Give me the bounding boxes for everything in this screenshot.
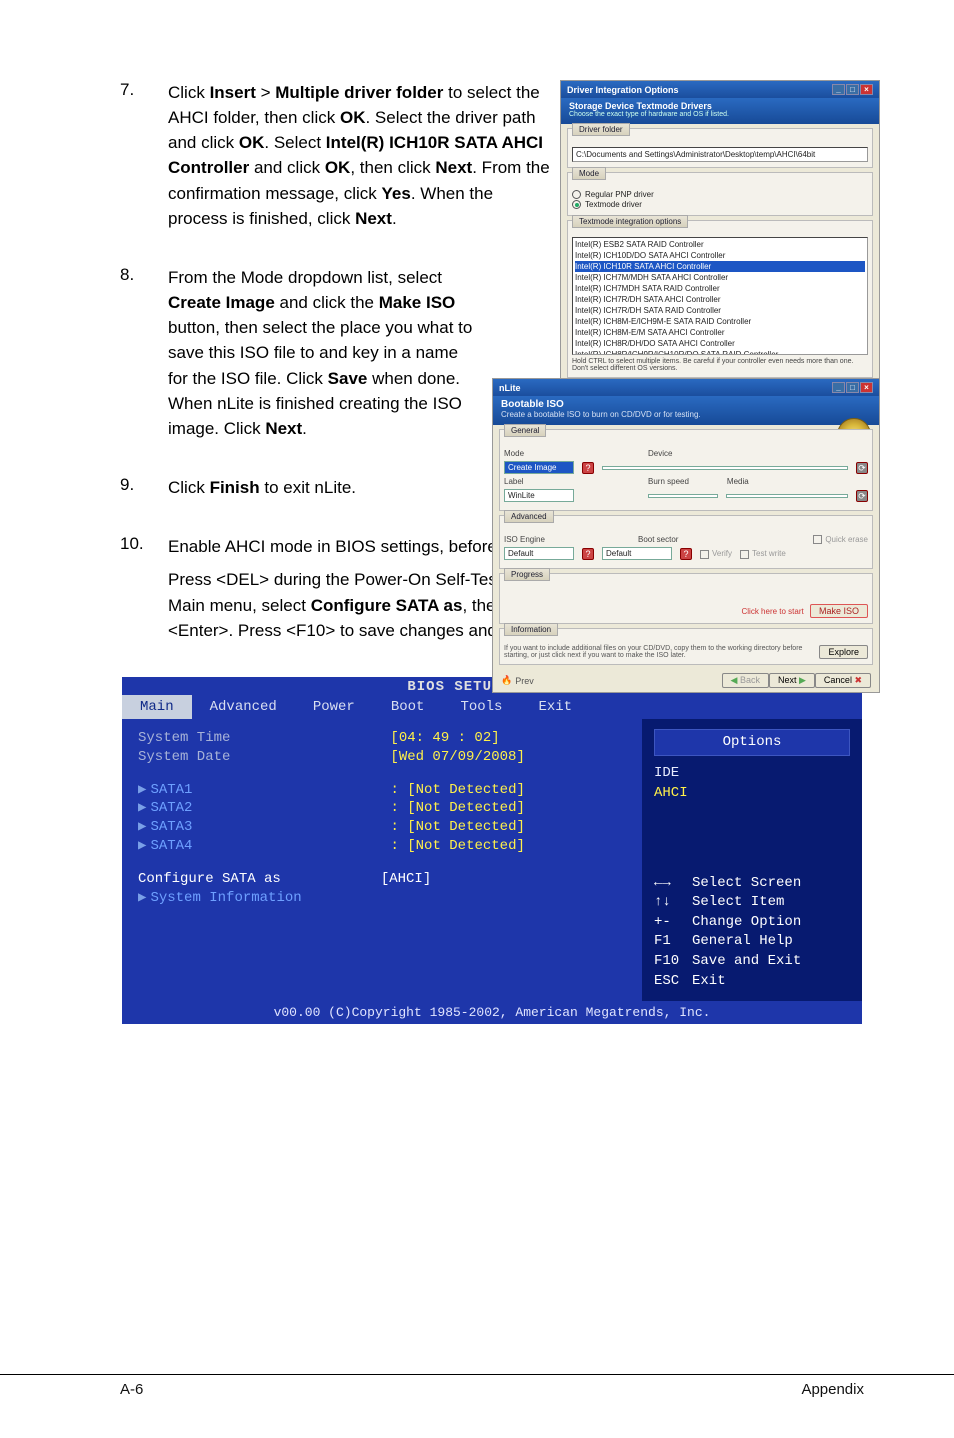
minimize-icon[interactable]: _: [832, 84, 845, 95]
step-9-text: Click Finish to exit nLite.: [168, 475, 356, 500]
controller-listbox[interactable]: Intel(R) ESB2 SATA RAID Controller Intel…: [572, 237, 868, 355]
close-icon[interactable]: ×: [860, 84, 873, 95]
bios-menu: Main Advanced Power Boot Tools Exit: [122, 695, 862, 719]
bios-left-panel: System Time[04: 49 : 02] System Date[Wed…: [122, 719, 642, 1001]
bios-menu-main: Main: [122, 695, 192, 719]
nlite-window: nLite _□× Bootable ISO Create a bootable…: [492, 378, 880, 693]
close-icon[interactable]: ×: [860, 382, 873, 393]
step-7-text: Click Insert > Multiple driver folder to…: [168, 80, 553, 231]
step-7-number: 7.: [120, 80, 168, 231]
window-title: Driver Integration Options: [567, 85, 679, 95]
burn-speed-dropdown[interactable]: [648, 494, 718, 498]
boot-sector-dropdown[interactable]: Default: [602, 547, 672, 560]
driver-folder-path[interactable]: C:\Documents and Settings\Administrator\…: [572, 147, 868, 162]
list-item-selected: Intel(R) ICH10R SATA AHCI Controller: [575, 261, 865, 272]
next-button[interactable]: Next ▶: [769, 673, 815, 688]
step-10-number: 10.: [120, 534, 168, 643]
step-9-number: 9.: [120, 475, 168, 500]
minimize-icon[interactable]: _: [832, 382, 845, 393]
info-icon[interactable]: ?: [582, 462, 594, 474]
label-input[interactable]: WinLite: [504, 489, 574, 502]
maximize-icon[interactable]: □: [846, 84, 859, 95]
info-icon[interactable]: ?: [680, 548, 692, 560]
make-iso-button[interactable]: Make ISO: [810, 604, 868, 618]
device-dropdown[interactable]: [602, 466, 848, 470]
radio-textmode-driver[interactable]: Textmode driver: [572, 200, 868, 209]
iso-engine-dropdown[interactable]: Default: [504, 547, 574, 560]
footer-label: Appendix: [801, 1381, 864, 1398]
maximize-icon[interactable]: □: [846, 382, 859, 393]
step-8-number: 8.: [120, 265, 168, 441]
bios-screenshot: BIOS SETUP UTILITY Main Advanced Power B…: [122, 677, 862, 1024]
media-dropdown[interactable]: [726, 494, 848, 498]
back-button[interactable]: ◀ Back: [722, 673, 769, 688]
bios-right-panel: Options IDE AHCI ←→Select Screen ↑↓Selec…: [642, 719, 862, 1001]
cancel-button[interactable]: Cancel ✖: [815, 673, 871, 688]
mode-dropdown[interactable]: Create Image: [504, 461, 574, 474]
refresh-icon[interactable]: ⟳: [856, 462, 868, 474]
refresh-icon[interactable]: ⟳: [856, 490, 868, 502]
radio-pnp-driver[interactable]: Regular PNP driver: [572, 190, 868, 199]
step-8-text: From the Mode dropdown list, select Crea…: [168, 265, 478, 441]
page-number: A-6: [120, 1381, 143, 1398]
driver-integration-window: Driver Integration Options _□× Storage D…: [560, 80, 880, 405]
info-icon[interactable]: ?: [582, 548, 594, 560]
explore-button[interactable]: Explore: [819, 645, 868, 659]
